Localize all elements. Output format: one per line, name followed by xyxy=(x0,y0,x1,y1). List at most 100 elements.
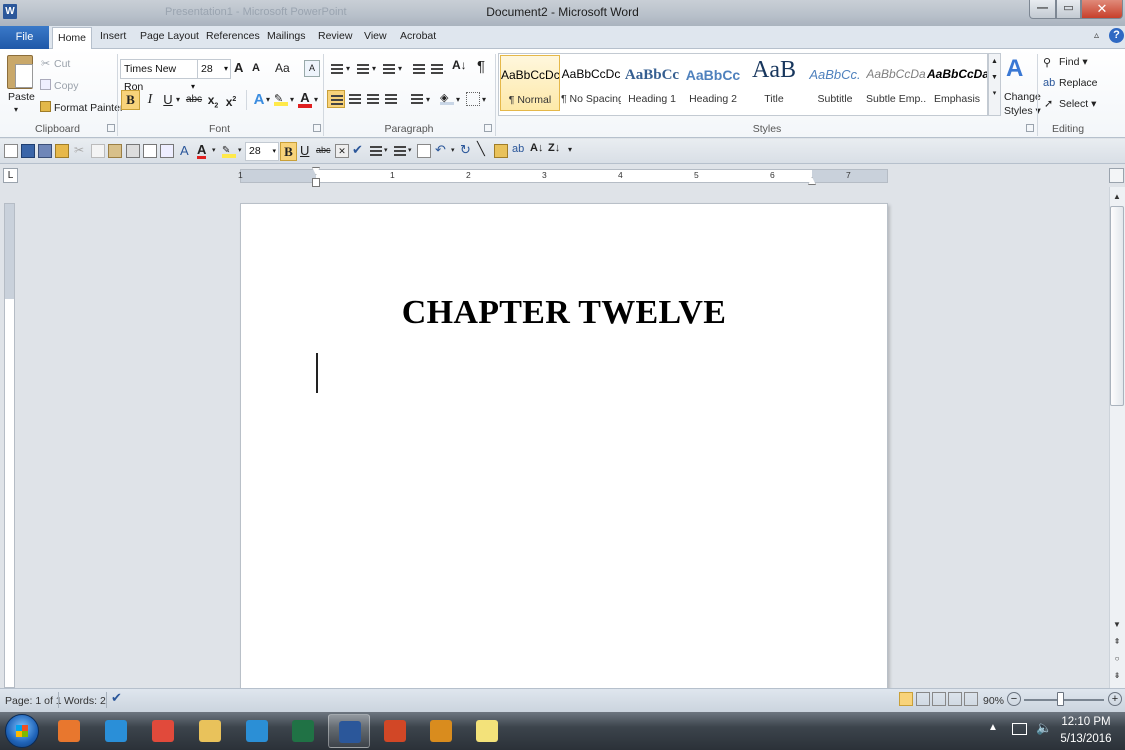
style-emphasis[interactable]: AaBbCcDa Emphasis xyxy=(927,55,987,111)
cut-icon[interactable]: ✂ xyxy=(74,143,84,157)
tab-mailings[interactable]: Mailings xyxy=(267,30,306,42)
replace-icon[interactable]: ab xyxy=(1043,77,1055,89)
paste-dropdown-icon[interactable]: ▾ xyxy=(14,105,18,114)
undo-icon[interactable]: ↶ xyxy=(435,142,446,158)
justify-button[interactable] xyxy=(382,90,400,108)
sort-icon[interactable]: A↓ xyxy=(452,58,467,72)
superscript-button[interactable]: x2 xyxy=(222,90,240,110)
taskbar-file-explorer[interactable] xyxy=(189,714,231,748)
clock-time[interactable]: 12:10 PM xyxy=(1056,716,1116,728)
print-layout-view-icon[interactable] xyxy=(899,692,913,706)
redo-icon[interactable]: ↻ xyxy=(460,142,471,158)
taskbar-powerpoint[interactable] xyxy=(374,714,416,748)
paragraph-launcher-icon[interactable] xyxy=(484,124,492,132)
tab-review[interactable]: Review xyxy=(318,30,352,42)
find-replace-icon[interactable]: ab xyxy=(512,143,524,155)
multilevel-list-icon[interactable] xyxy=(380,60,398,78)
chevron-down-icon[interactable]: ▾ xyxy=(314,95,318,104)
strikethrough-button[interactable]: abc xyxy=(185,90,203,110)
select-cursor-icon[interactable]: ➚ xyxy=(1044,97,1053,110)
chevron-down-icon[interactable]: ▾ xyxy=(176,95,180,104)
web-layout-icon[interactable] xyxy=(932,692,946,706)
borders-icon[interactable] xyxy=(466,92,480,106)
qat-bold-button[interactable]: B xyxy=(280,142,297,161)
bullets-icon[interactable] xyxy=(369,144,383,158)
taskbar-word[interactable] xyxy=(328,714,370,748)
style-subtitle[interactable]: AaBbCc. Subtitle xyxy=(805,55,865,111)
qat-underline-button[interactable]: U xyxy=(300,143,309,158)
zoom-out-button[interactable]: − xyxy=(1007,692,1021,706)
draft-view-icon[interactable] xyxy=(964,692,978,706)
tab-insert[interactable]: Insert xyxy=(100,30,126,42)
taskbar-internet-explorer[interactable] xyxy=(95,714,137,748)
chevron-down-icon[interactable]: ▾ xyxy=(451,146,455,154)
font-name-combo[interactable]: Times New Ron ▾ xyxy=(120,59,198,93)
show-formatting-button[interactable]: ¶ xyxy=(477,58,485,75)
zoom-in-button[interactable]: + xyxy=(1108,692,1122,706)
horizontal-ruler[interactable] xyxy=(240,169,888,183)
print-icon[interactable] xyxy=(126,144,140,158)
format-painter-icon[interactable] xyxy=(40,101,51,112)
network-icon[interactable] xyxy=(1012,723,1027,735)
chevron-down-icon[interactable]: ▾ xyxy=(398,64,402,73)
chevron-down-icon[interactable]: ▾ xyxy=(290,95,294,104)
taskbar-screen-recorder[interactable] xyxy=(420,714,462,748)
scissors-icon[interactable]: ✂ xyxy=(41,57,50,70)
style-subtle-emphasis[interactable]: AaBbCcDa Subtle Emp... xyxy=(866,55,926,111)
document-page[interactable] xyxy=(240,203,888,693)
spelling-check-icon[interactable]: ✔ xyxy=(352,142,363,158)
tab-file[interactable]: File xyxy=(0,26,49,49)
insert-picture-icon[interactable] xyxy=(494,144,508,158)
print-preview-icon[interactable] xyxy=(143,144,157,158)
minimize-ribbon-icon[interactable]: ▵ xyxy=(1094,30,1099,41)
chevron-down-icon[interactable]: ▾ xyxy=(384,146,388,154)
paste-icon[interactable] xyxy=(108,144,122,158)
shading-icon[interactable]: ◈ xyxy=(440,91,454,105)
chevron-down-icon[interactable]: ▾ xyxy=(346,64,350,73)
qat-font-size-combo[interactable]: 28 ▾ xyxy=(245,142,279,161)
styles-gallery-scroll[interactable]: ▲ ▼ ▾ xyxy=(988,53,1001,116)
style-heading-2[interactable]: AaBbCc Heading 2 xyxy=(683,55,743,111)
chevron-down-icon[interactable]: ▾ xyxy=(224,60,228,78)
proofing-icon[interactable]: ✔ xyxy=(111,690,122,706)
copy-icon[interactable] xyxy=(40,79,51,90)
help-icon[interactable]: ? xyxy=(1109,28,1124,43)
chevron-down-icon[interactable]: ▾ xyxy=(456,95,460,104)
italic-button[interactable]: I xyxy=(141,90,159,110)
tab-selector[interactable]: L xyxy=(3,168,18,183)
hanging-indent-marker[interactable] xyxy=(312,178,320,187)
subscript-button[interactable]: x2 xyxy=(204,90,222,110)
zoom-slider-thumb[interactable] xyxy=(1057,692,1064,706)
qat-strikethrough-button[interactable]: abc xyxy=(316,145,331,155)
chevron-down-icon[interactable]: ▾ xyxy=(272,143,276,160)
view-ruler-icon[interactable] xyxy=(1109,168,1124,183)
underline-button[interactable]: U xyxy=(159,90,177,110)
taskbar-media-player[interactable] xyxy=(48,714,90,748)
sort-ascending-icon[interactable]: A↓ xyxy=(530,142,543,154)
highlight-icon[interactable]: ✎ xyxy=(222,144,236,158)
zoom-level[interactable]: 90% xyxy=(983,695,1004,707)
tray-overflow-icon[interactable]: ▲ xyxy=(988,722,998,733)
chevron-down-icon[interactable]: ▾ xyxy=(266,95,270,104)
new-document-icon[interactable] xyxy=(4,144,18,158)
text-style-icon[interactable]: A xyxy=(180,143,189,158)
word-count-status[interactable]: Words: 2 xyxy=(64,695,106,707)
align-center-button[interactable] xyxy=(346,90,364,108)
chevron-down-icon[interactable]: ▾ xyxy=(238,146,242,154)
open-folder-icon[interactable] xyxy=(55,144,69,158)
font-color-icon[interactable]: A xyxy=(197,142,207,159)
chapter-heading[interactable]: CHAPTER TWELVE xyxy=(240,294,888,332)
replace-button[interactable]: Replace xyxy=(1059,77,1098,89)
sort-descending-icon[interactable]: Z↓ xyxy=(548,142,560,154)
cut-button[interactable]: Cut xyxy=(54,58,70,70)
save-icon[interactable] xyxy=(21,144,35,158)
clear-formatting-icon[interactable]: A xyxy=(304,60,320,77)
align-right-button[interactable] xyxy=(364,90,382,108)
change-styles-icon[interactable]: A xyxy=(1006,55,1023,83)
taskbar-network-app[interactable] xyxy=(236,714,278,748)
chevron-down-icon[interactable]: ▾ xyxy=(426,95,430,104)
change-styles-label-2[interactable]: Styles ▾ xyxy=(1004,105,1041,117)
binoculars-icon[interactable]: ⚲ xyxy=(1043,56,1051,69)
decrease-indent-icon[interactable] xyxy=(410,60,428,78)
numbering-icon[interactable] xyxy=(393,144,407,158)
